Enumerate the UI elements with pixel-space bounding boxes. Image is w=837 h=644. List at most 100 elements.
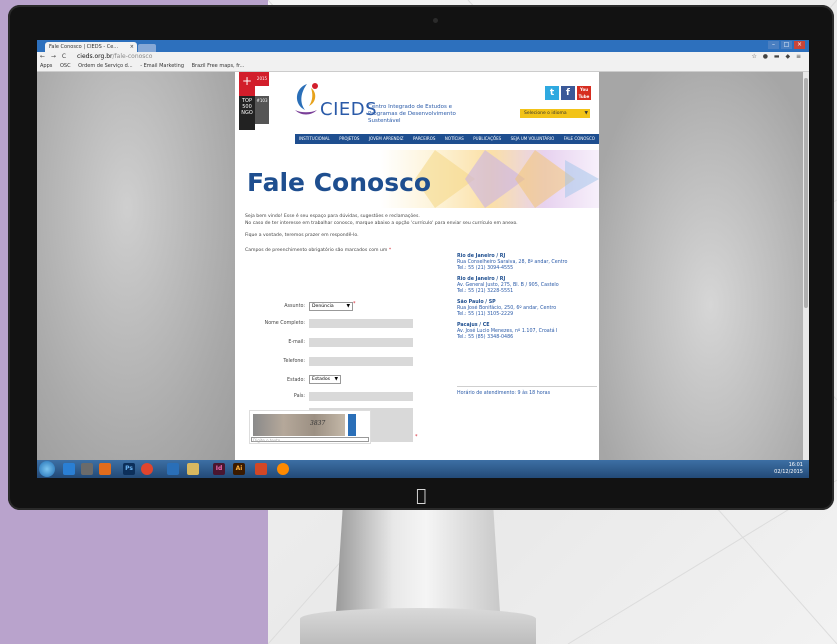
office-city: Rio de Janeiro / RJ <box>457 254 506 259</box>
twitter-icon[interactable]: t <box>545 86 559 100</box>
office-city: Rio de Janeiro / RJ <box>457 277 506 282</box>
captcha-widget: 3837 Digite o texto <box>249 410 371 444</box>
office-phone: Tel.: 55 (11) 3105-2229 <box>457 312 514 317</box>
captcha-input[interactable]: Digite o texto <box>251 437 369 443</box>
required-mark: * <box>353 301 356 307</box>
top500-badge: TOP 500 NGO <box>239 96 255 130</box>
bookmarks-bar: Apps OSC Ordem de Serviço d... - Email M… <box>37 62 809 72</box>
outlook-icon[interactable] <box>99 463 111 475</box>
office-phone: Tel.: 55 (21) 3228-5551 <box>457 289 514 294</box>
address-bar[interactable]: ← → C cieds.org.br/fale-conosco ☆ ● ▬ ◆ … <box>37 52 809 62</box>
office-hours: Horário de atendimento: 9 às 18 horas <box>457 386 597 396</box>
folder-icon[interactable] <box>187 463 199 475</box>
bookmark-item[interactable]: Brazil Free maps, fr... <box>192 63 245 69</box>
bookmark-item[interactable]: Ordem de Serviço d... <box>78 63 132 69</box>
state-select[interactable]: Estados ▼ <box>309 375 341 384</box>
required-mark: * <box>415 434 418 440</box>
subject-label: Assunto: <box>284 304 305 309</box>
monitor-base <box>300 608 536 644</box>
powerpoint-icon[interactable] <box>255 463 267 475</box>
background-photo-left <box>37 72 237 460</box>
nav-buttons[interactable]: ← → C <box>40 52 68 62</box>
background-photo-right <box>597 72 803 460</box>
menu-item-fale-conosco[interactable]: FALE CONOSCO <box>564 134 595 144</box>
window-controls: – □ × <box>768 41 805 49</box>
bookmark-item[interactable]: - Email Marketing <box>140 63 184 69</box>
menu-item-parceiros[interactable]: PARCEIROS <box>413 134 435 144</box>
office-item: São Paulo / SP Rua José Bonifácio, 250, … <box>457 300 597 318</box>
office-phone: Tel.: 55 (85) 3348-0486 <box>457 335 514 340</box>
minimize-button[interactable]: – <box>768 41 779 49</box>
rank-badge: #103 <box>255 96 269 124</box>
office-city: Pacajus / CE <box>457 323 490 328</box>
main-menu: INSTITUCIONAL PROJETOS JOVEM APRENDIZ PA… <box>295 134 599 144</box>
firefox-icon[interactable] <box>277 463 289 475</box>
cieds-logo-icon[interactable] <box>285 80 325 120</box>
state-label: Estado: <box>287 378 305 383</box>
clock-date: 02/12/2015 <box>774 469 803 475</box>
language-select-label: Selecione o idioma <box>524 111 567 116</box>
menu-item-projetos[interactable]: PROJETOS <box>339 134 359 144</box>
intro-line-2: No caso de ter interesse em trabalhar co… <box>245 220 518 226</box>
intro-line-3: Fique a vontade, teremos prazer em respo… <box>245 233 359 238</box>
scrollbar[interactable] <box>803 72 809 460</box>
screen: Fale Conosco | CIEDS - Ce... × – □ × ← →… <box>37 40 809 478</box>
maximize-button[interactable]: □ <box>781 41 792 49</box>
required-mark: * <box>388 247 392 253</box>
site-content: + 2015 TOP 500 NGO #103 CIEDS Centro Int… <box>235 72 599 460</box>
office-phone: Tel.: 55 (21) 3094-4555 <box>457 266 514 271</box>
social-links: t f You Tube <box>545 86 591 100</box>
menu-item-publicacoes[interactable]: PUBLICAÇÕES <box>473 134 501 144</box>
captcha-text: 3837 <box>310 420 326 427</box>
explorer-icon[interactable] <box>167 463 179 475</box>
system-tray[interactable]: 16:01 02/12/2015 <box>774 462 803 476</box>
captcha-refresh-icon[interactable] <box>348 414 356 436</box>
start-button[interactable] <box>39 461 55 477</box>
subject-select[interactable]: Denúncia ▼ <box>309 302 353 311</box>
photoshop-icon[interactable]: Ps <box>123 463 135 475</box>
name-field[interactable] <box>309 319 413 328</box>
office-address: Rua José Bonifácio, 250, 6º andar, Centr… <box>457 306 557 311</box>
close-window-button[interactable]: × <box>794 41 805 49</box>
phone-label: Telefone: <box>283 359 305 364</box>
facebook-icon[interactable]: f <box>561 86 575 100</box>
office-item: Rio de Janeiro / RJ Rua Conselheiro Sara… <box>457 254 597 272</box>
illustrator-icon[interactable]: Ai <box>233 463 245 475</box>
language-select[interactable]: Selecione o idioma ▼ <box>520 109 590 118</box>
menu-item-voluntario[interactable]: SEJA UM VOLUNTÁRIO <box>511 134 555 144</box>
close-tab-icon[interactable]: × <box>130 42 134 52</box>
url-field[interactable]: cieds.org.br/fale-conosco <box>77 52 152 62</box>
url-host: cieds.org.br <box>77 53 113 60</box>
phone-field[interactable] <box>309 357 413 366</box>
clock-time: 16:01 <box>788 462 803 468</box>
taskbar: Ps Id Ai 16:01 02/12/2015 <box>37 460 809 478</box>
bookmark-item[interactable]: Apps <box>40 63 52 69</box>
extension-icons[interactable]: ☆ ● ▬ ◆ ≡ <box>751 52 803 62</box>
youtube-icon[interactable]: You Tube <box>577 86 591 100</box>
chevron-down-icon: ▼ <box>334 377 338 382</box>
tagline: Centro Integrado de Estudos e Programas … <box>368 104 456 124</box>
offices-list: Rio de Janeiro / RJ Rua Conselheiro Sara… <box>457 254 597 346</box>
required-note: Campos de preenchimento obrigatório são … <box>245 247 388 253</box>
chevron-down-icon: ▼ <box>346 304 350 309</box>
media-icon[interactable] <box>81 463 93 475</box>
menu-item-noticias[interactable]: NOTÍCIAS <box>445 134 464 144</box>
chrome-icon[interactable] <box>141 463 153 475</box>
badge-year: 2015 <box>255 72 269 86</box>
bookmark-item[interactable]: OSC <box>60 63 71 69</box>
scrollbar-thumb[interactable] <box>804 78 808 308</box>
menu-item-jovem-aprendiz[interactable]: JOVEM APRENDIZ <box>369 134 404 144</box>
browser-tab[interactable]: Fale Conosco | CIEDS - Ce... × <box>45 42 137 52</box>
office-address: Av. General Justo, 275, Bl. B / 905, Cas… <box>457 283 559 288</box>
office-city: São Paulo / SP <box>457 300 496 305</box>
plus-badge-icon: + <box>239 72 255 96</box>
ie-icon[interactable] <box>63 463 75 475</box>
indesign-icon[interactable]: Id <box>213 463 225 475</box>
page-title: Fale Conosco <box>247 168 432 197</box>
menu-item-institucional[interactable]: INSTITUCIONAL <box>299 134 330 144</box>
new-tab-button[interactable] <box>138 44 156 52</box>
email-field[interactable] <box>309 338 413 347</box>
country-field[interactable] <box>309 392 413 401</box>
page-viewport: + 2015 TOP 500 NGO #103 CIEDS Centro Int… <box>37 72 809 460</box>
site-header: + 2015 TOP 500 NGO #103 CIEDS Centro Int… <box>235 72 599 132</box>
